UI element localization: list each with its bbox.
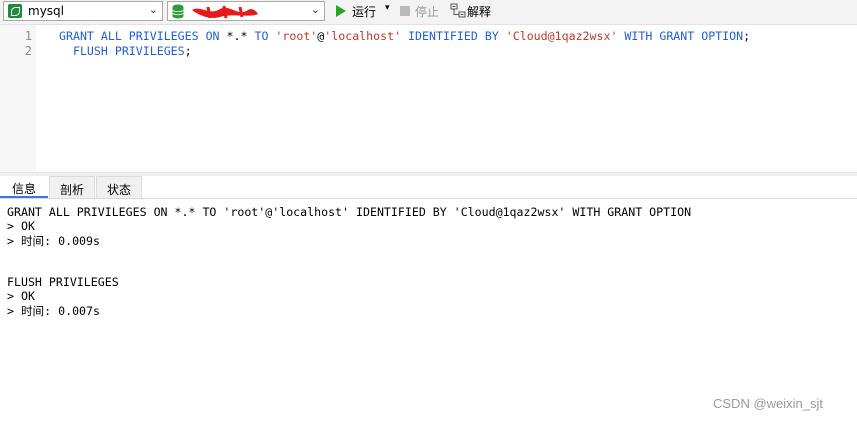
sql-editor[interactable]: 1 2 GRANT ALL PRIVILEGES ON *.* TO 'root… <box>0 25 857 172</box>
explain-button[interactable]: 解释 <box>450 2 500 20</box>
connection-select[interactable]: mysql ⌄ <box>3 1 163 21</box>
output-line: > OK <box>7 219 35 233</box>
database-icon <box>172 4 184 19</box>
explain-icon <box>450 3 466 18</box>
sql-keyword: TO <box>247 29 276 43</box>
sql-keyword: GRANT ALL PRIVILEGES ON <box>59 29 227 43</box>
stop-icon <box>400 6 410 16</box>
output-line: > OK <box>7 289 35 303</box>
output-line: > 时间: 0.007s <box>7 304 100 318</box>
code-line[interactable]: FLUSH PRIVILEGES; <box>59 44 192 58</box>
watermark: CSDN @weixin_sjt <box>713 396 823 411</box>
sql-keyword: WITH GRANT OPTION <box>617 29 744 43</box>
database-select[interactable]: ⌄ <box>167 1 325 21</box>
output-line: > 时间: 0.009s <box>7 234 100 248</box>
stop-label: 停止 <box>415 5 440 19</box>
tab-status[interactable]: 状态 <box>96 176 142 198</box>
chevron-down-icon: ⌄ <box>310 3 320 16</box>
sql-string: 'localhost' <box>324 29 402 43</box>
play-icon <box>336 5 346 17</box>
toolbar: mysql ⌄ ⌄ 运行 ▾ 停止 解释 <box>0 0 857 25</box>
output-line: GRANT ALL PRIVILEGES ON *.* TO 'root'@'l… <box>7 205 692 219</box>
line-number-gutter: 1 2 <box>0 25 36 172</box>
sql-token: ; <box>743 29 751 43</box>
sql-token: ; <box>184 44 192 58</box>
run-button[interactable]: 运行 ▾ <box>335 2 393 20</box>
run-label: 运行 <box>352 5 377 19</box>
sql-string: 'Cloud@1qaz2wsx' <box>505 29 618 43</box>
line-number: 1 <box>24 29 32 43</box>
sql-keyword: IDENTIFIED BY <box>401 29 506 43</box>
explain-label: 解释 <box>467 5 492 19</box>
tab-info[interactable]: 信息 <box>0 176 48 198</box>
sql-token: *.* <box>226 29 248 43</box>
stop-button[interactable]: 停止 <box>398 2 444 20</box>
tab-profile[interactable]: 剖析 <box>49 176 95 198</box>
code-line[interactable]: GRANT ALL PRIVILEGES ON *.* TO 'root'@'l… <box>59 29 750 43</box>
connection-label: mysql <box>28 4 64 18</box>
result-tabs: 信息 剖析 状态 <box>0 176 857 199</box>
mysql-icon <box>8 4 22 18</box>
output-line: FLUSH PRIVILEGES <box>7 275 119 289</box>
redaction-scribble <box>192 5 258 19</box>
sql-string: 'root' <box>275 29 318 43</box>
line-number: 2 <box>24 44 32 58</box>
sql-keyword: FLUSH PRIVILEGES <box>59 44 185 58</box>
caret-down-icon[interactable]: ▾ <box>385 3 390 13</box>
chevron-down-icon: ⌄ <box>148 3 158 16</box>
